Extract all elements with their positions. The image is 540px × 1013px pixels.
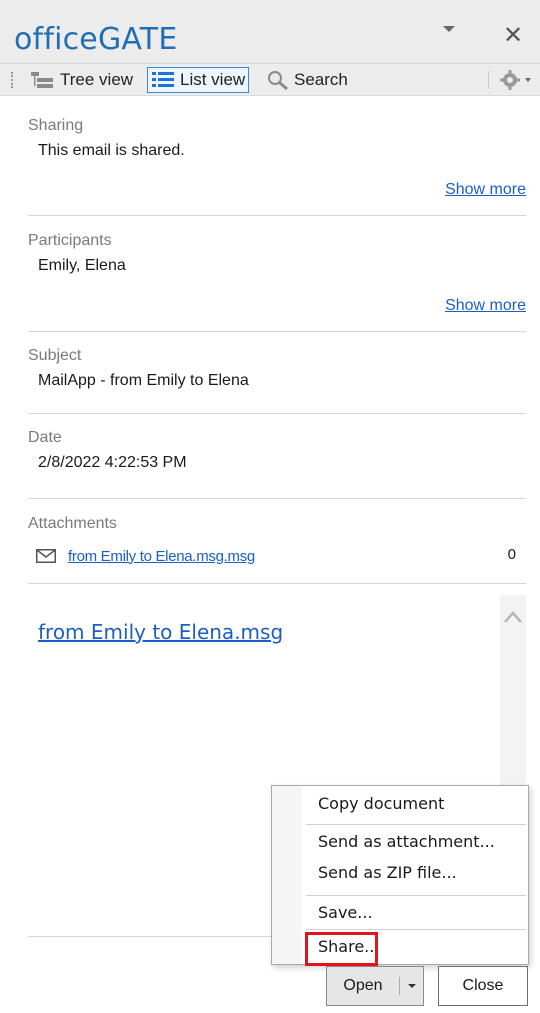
app-title: officeGATE: [14, 22, 178, 57]
search-icon: [267, 70, 289, 90]
tree-view-icon: [29, 70, 55, 90]
date-value: 2/8/2022 4:22:53 PM: [38, 454, 187, 471]
toolbar-separator: [488, 71, 489, 89]
attachments-section: Attachments: [28, 515, 526, 533]
pane-menu-dropdown-icon[interactable]: [442, 24, 456, 38]
subject-section: Subject MailApp - from Emily to Elena: [28, 347, 526, 390]
open-split-button[interactable]: Open: [326, 966, 424, 1006]
close-pane-icon[interactable]: ✕: [503, 21, 523, 49]
menu-icon-gutter: [272, 786, 302, 964]
date-label: Date: [28, 429, 62, 446]
list-view-button[interactable]: List view: [147, 67, 250, 93]
participants-value: Emily, Elena: [38, 257, 126, 274]
attachment-count: 0: [507, 546, 516, 563]
sharing-show-more-link[interactable]: Show more: [445, 181, 526, 199]
menu-item-send-as-attachment[interactable]: Send as attachment...: [318, 832, 495, 851]
list-view-label: List view: [180, 70, 246, 89]
menu-item-copy-document[interactable]: Copy document: [318, 794, 444, 813]
participants-label: Participants: [28, 232, 112, 249]
preview-document-link[interactable]: from Emily to Elena.msg: [38, 620, 283, 644]
share-highlight-box: [305, 932, 378, 966]
menu-item-save[interactable]: Save...: [318, 903, 373, 922]
open-button[interactable]: Open: [327, 967, 399, 1005]
date-section: Date 2/8/2022 4:22:53 PM: [28, 429, 526, 472]
menu-separator: [306, 929, 526, 930]
divider: [28, 498, 526, 499]
attachment-link[interactable]: from Emily to Elena.msg.msg: [68, 548, 255, 565]
divider: [28, 583, 526, 584]
search-button[interactable]: Search: [264, 67, 351, 93]
open-dropdown-arrow-icon[interactable]: [400, 967, 423, 1005]
pane-header: officeGATE ✕: [0, 0, 540, 64]
search-label: Search: [294, 70, 348, 89]
sharing-label: Sharing: [28, 117, 84, 134]
tree-view-label: Tree view: [60, 70, 134, 89]
tree-view-button[interactable]: Tree view: [26, 67, 136, 93]
menu-item-send-as-zip[interactable]: Send as ZIP file...: [318, 863, 457, 882]
mail-icon: [36, 549, 56, 563]
list-view-icon: [151, 71, 175, 89]
officegate-pane: officeGATE ✕ Tree view List view Search …: [0, 0, 540, 1013]
toolbar-grip[interactable]: [11, 72, 13, 88]
menu-separator: [306, 895, 526, 896]
settings-gear-icon[interactable]: [498, 69, 532, 91]
toolbar: Tree view List view Search: [0, 64, 540, 96]
sharing-section: Sharing This email is shared. Show more: [28, 117, 526, 198]
scroll-up-chevron-icon[interactable]: [503, 610, 523, 624]
participants-section: Participants Emily, Elena Show more: [28, 232, 526, 314]
subject-label: Subject: [28, 347, 82, 364]
attachments-label: Attachments: [28, 515, 117, 532]
subject-value: MailApp - from Emily to Elena: [38, 372, 249, 389]
divider: [28, 215, 526, 216]
sharing-value: This email is shared.: [38, 142, 185, 159]
attachment-item[interactable]: from Emily to Elena.msg.msg 0: [36, 546, 526, 566]
divider: [28, 331, 526, 332]
divider: [28, 413, 526, 414]
divider: [28, 936, 300, 937]
menu-separator: [306, 824, 526, 825]
participants-show-more-link[interactable]: Show more: [445, 297, 526, 315]
close-button[interactable]: Close: [438, 966, 528, 1006]
